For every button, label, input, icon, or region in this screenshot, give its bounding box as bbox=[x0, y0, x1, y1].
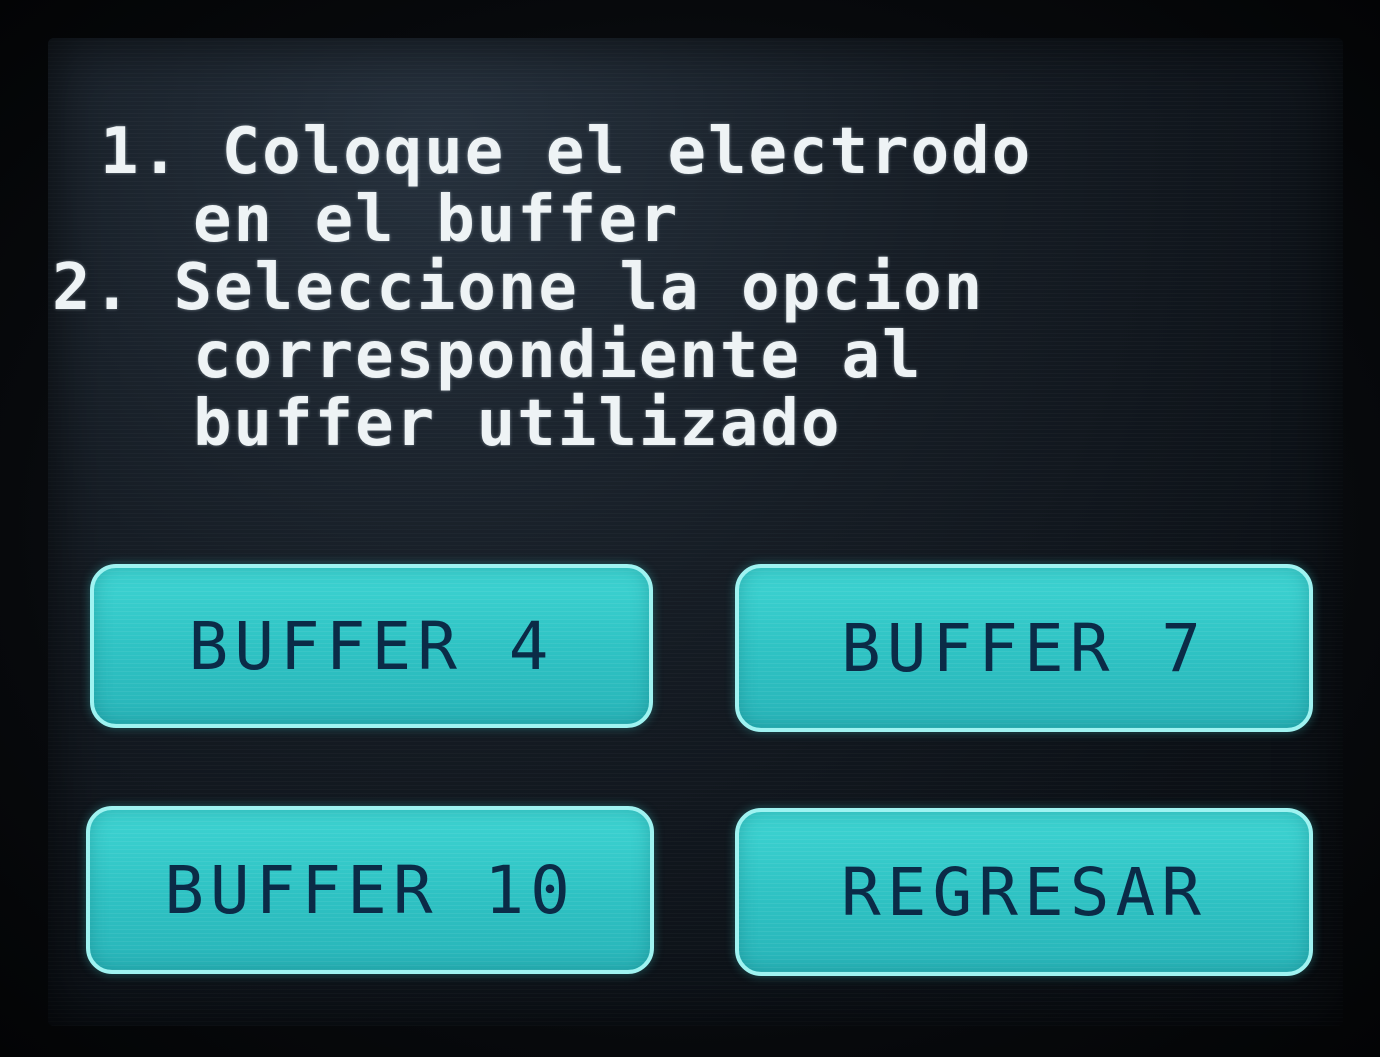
buffer-7-button-label: BUFFER 7 bbox=[841, 609, 1207, 687]
back-button-label: REGRESAR bbox=[841, 853, 1207, 931]
back-button[interactable]: REGRESAR bbox=[735, 808, 1313, 976]
buffer-10-button-label: BUFFER 10 bbox=[164, 851, 576, 929]
buffer-10-button[interactable]: BUFFER 10 bbox=[86, 806, 654, 974]
instruction-line-2: en el buffer bbox=[193, 183, 680, 257]
instruction-line-3: 2. Seleccione la opcion bbox=[52, 251, 985, 325]
buffer-4-button-label: BUFFER 4 bbox=[188, 607, 555, 685]
instruction-line-1: 1. Coloque el electrodo bbox=[100, 115, 1033, 189]
instruction-line-5: buffer utilizado bbox=[193, 387, 842, 461]
instructions-panel: 1. Coloque el electrodo en el buffer 2. … bbox=[48, 38, 1343, 458]
touch-screen: 1. Coloque el electrodo en el buffer 2. … bbox=[48, 38, 1343, 1026]
buffer-7-button[interactable]: BUFFER 7 bbox=[735, 564, 1313, 732]
buffer-4-button[interactable]: BUFFER 4 bbox=[90, 564, 653, 728]
instruction-line-4: correspondiente al bbox=[193, 319, 923, 393]
